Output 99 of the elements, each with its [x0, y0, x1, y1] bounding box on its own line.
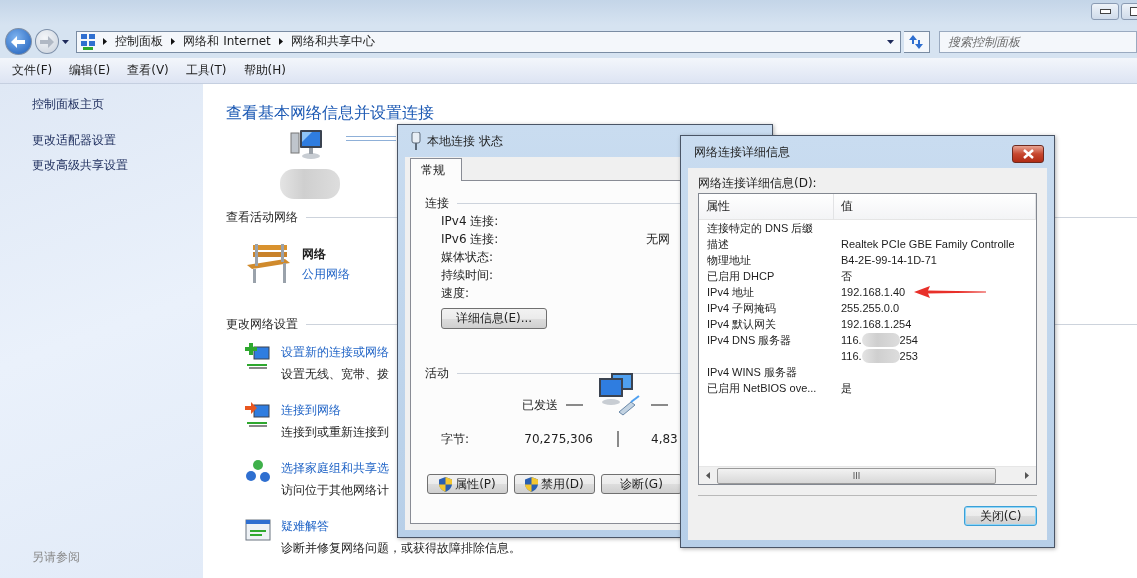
task-description: 设置无线、宽带、拨: [281, 366, 389, 383]
field-value: 无网: [646, 230, 670, 248]
menu-item[interactable]: 查看(V): [121, 62, 175, 79]
troubleshoot-icon: [245, 517, 271, 543]
value-cell: 254: [899, 334, 918, 346]
section-heading: 更改网络设置: [226, 316, 298, 332]
value-cell: 116.: [841, 334, 862, 346]
dialog-button[interactable]: 属性(P): [427, 474, 508, 494]
tab[interactable]: 常规: [410, 158, 462, 181]
left-triangle-icon: [706, 472, 710, 479]
task-description: 连接到或重新连接到: [281, 424, 389, 441]
property-cell-text: 连接特定的 DNS 后缀: [706, 220, 815, 236]
chevron-icon: [171, 38, 176, 45]
value-cell: 255.255.0.0: [841, 302, 900, 314]
network-name: 网络: [302, 246, 327, 262]
property-cell-text: 已启用 DHCP: [706, 268, 776, 284]
property-cell-text: 描述: [706, 236, 730, 252]
close-icon: [1022, 149, 1034, 159]
refresh-icon: [908, 34, 925, 49]
connection-line: [346, 135, 396, 141]
task-description: 访问位于其他网络计: [281, 482, 389, 499]
minimize-button[interactable]: [1091, 3, 1119, 20]
see-also-heading: 另请参阅: [32, 549, 81, 566]
chevron-icon: [278, 38, 283, 45]
close-button[interactable]: [1012, 145, 1044, 163]
back-button[interactable]: [5, 28, 32, 55]
breadcrumb-item[interactable]: 网络和共享中心: [290, 33, 375, 50]
blur-patch: [861, 349, 900, 363]
network-icon: [81, 33, 96, 50]
value-cell: 253: [899, 350, 918, 362]
chevron-icon: [103, 38, 108, 45]
value-cell: 192.168.1.254: [841, 318, 912, 330]
blur-patch: [861, 333, 900, 347]
scrollbar-thumb[interactable]: [717, 467, 996, 484]
minimize-icon: [1099, 9, 1111, 14]
value-cell: 否: [841, 268, 852, 284]
page-title: 查看基本网络信息并设置连接: [226, 103, 434, 123]
right-arrow-icon: [40, 35, 55, 48]
list-label: 网络连接详细信息(D):: [698, 176, 818, 190]
close-dialog-button[interactable]: 关闭(C): [964, 506, 1037, 526]
task-description: 诊断并修复网络问题，或获得故障排除信息。: [281, 540, 521, 557]
left-arrow-icon: [11, 35, 26, 48]
connect-network-icon: [245, 401, 271, 427]
value-cell: 是: [841, 380, 852, 396]
details-button[interactable]: 详细信息(E)...: [441, 308, 547, 329]
dialog-title: 本地连接 状态: [427, 132, 503, 150]
property-cell-text: IPv4 地址: [706, 284, 756, 300]
refresh-button[interactable]: [903, 30, 931, 53]
add-network-icon: [245, 343, 271, 369]
dialog-button[interactable]: 诊断(G): [601, 474, 682, 494]
value-cell: B4-2E-99-14-1D-71: [841, 254, 937, 266]
right-triangle-icon: [1025, 472, 1029, 479]
group-heading: 连接: [425, 195, 449, 211]
field-label: 速度:: [441, 284, 471, 302]
dialog-button[interactable]: 禁用(D): [514, 474, 595, 494]
sidebar-link[interactable]: 更改适配器设置: [32, 132, 203, 148]
value-cell: 192.168.1.40: [841, 286, 906, 298]
menu-item[interactable]: 工具(T): [179, 62, 233, 79]
menu-item[interactable]: 帮助(H): [237, 62, 292, 79]
section-heading: 查看活动网络: [226, 209, 298, 225]
sidebar-link[interactable]: 控制面板主页: [32, 96, 203, 112]
field-label: IPv6 连接:: [441, 230, 500, 248]
task-link[interactable]: 连接到网络: [281, 401, 389, 419]
computer-icon: [290, 129, 324, 161]
history-caret-icon: [62, 39, 70, 44]
search-field[interactable]: 搜索控制面板: [939, 30, 1137, 53]
bytes-label: 字节:: [441, 430, 471, 448]
address-dropdown-icon: [886, 39, 894, 44]
task-link[interactable]: 设置新的连接或网络: [281, 343, 389, 361]
value-cell: 116.: [841, 350, 862, 362]
property-cell-text: IPv4 DNS 服务器: [706, 332, 793, 348]
menu-item[interactable]: 文件(F): [6, 62, 59, 79]
property-cell-text: 物理地址: [706, 252, 752, 268]
homegroup-icon: [245, 459, 271, 485]
blur-patch: [280, 169, 340, 199]
property-cell-text: 已启用 NetBIOS ove...: [706, 380, 818, 396]
property-cell-text: IPv4 子网掩码: [706, 300, 778, 316]
network-type-link[interactable]: 公用网络: [302, 266, 350, 282]
plug-icon: [411, 132, 421, 150]
field-label: 持续时间:: [441, 266, 495, 284]
property-cell-text: IPv4 WINS 服务器: [706, 364, 798, 380]
bytes-received: 4,83: [650, 432, 679, 446]
field-label: 媒体状态:: [441, 248, 495, 266]
task-link[interactable]: 选择家庭组和共享选: [281, 459, 389, 477]
breadcrumb-item[interactable]: 控制面板: [115, 33, 164, 50]
property-cell-text: IPv4 默认网关: [706, 316, 778, 332]
breadcrumb-item[interactable]: 网络和 Internet: [183, 33, 271, 50]
address-bar[interactable]: 控制面板 网络和 Internet 网络和共享中心: [76, 30, 901, 53]
sidebar-link[interactable]: 更改高级共享设置: [32, 157, 203, 173]
maximize-icon: [1129, 7, 1137, 16]
field-label: IPv4 连接:: [441, 212, 500, 230]
value-cell: Realtek PCIe GBE Family Controlle: [841, 238, 1015, 250]
column-header[interactable]: 属性: [699, 194, 834, 220]
group-heading: 活动: [425, 365, 449, 381]
dialog-title: 网络连接详细信息: [694, 143, 790, 161]
bytes-sent: 70,275,306: [523, 432, 593, 446]
column-header[interactable]: 值: [834, 194, 1036, 220]
sent-label: 已发送: [522, 396, 558, 414]
menu-item[interactable]: 编辑(E): [63, 62, 117, 79]
